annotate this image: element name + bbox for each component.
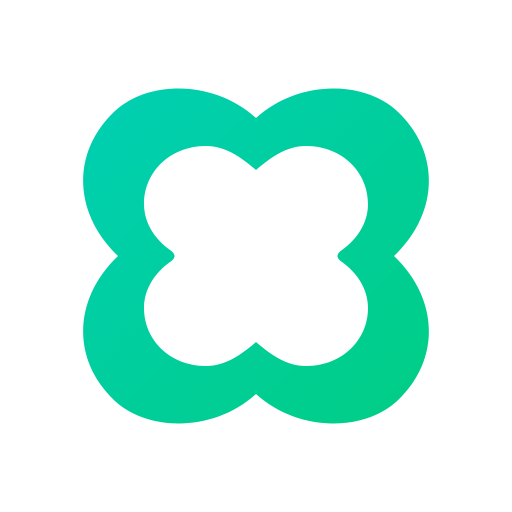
clover-cross-logo-icon — [83, 88, 429, 424]
app-icon-canvas — [0, 0, 512, 512]
logo-outline — [83, 88, 429, 424]
